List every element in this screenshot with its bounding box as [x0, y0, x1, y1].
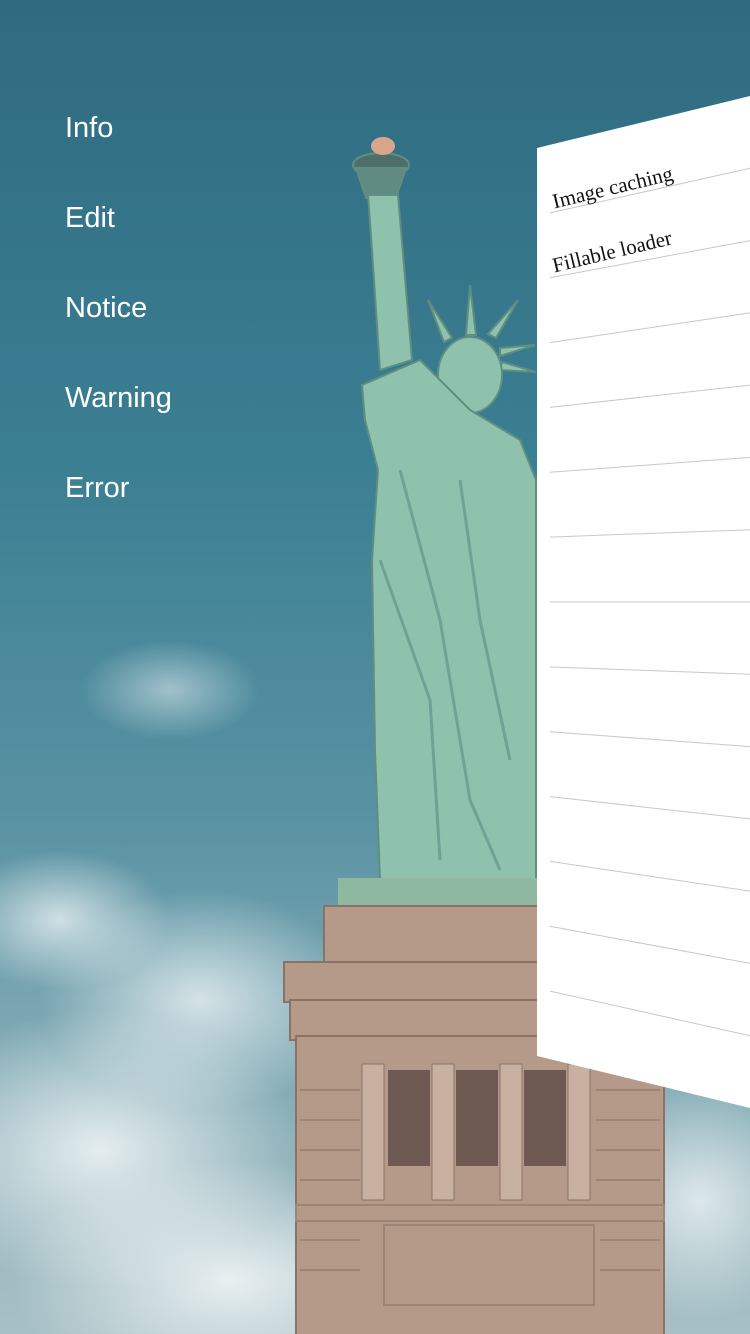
table-view: Image caching Fillable loader [537, 96, 750, 1108]
row-separator [549, 666, 750, 675]
row-separator [549, 312, 750, 344]
menu-item-error[interactable]: Error [65, 468, 172, 558]
menu-item-warning[interactable]: Warning [65, 378, 172, 468]
row-separator [549, 384, 750, 408]
row-separator [549, 860, 750, 892]
menu-item-edit[interactable]: Edit [65, 198, 172, 288]
content-panel: Image caching Fillable loader [537, 0, 750, 1334]
row-separator [549, 796, 750, 820]
row-separator [549, 731, 750, 748]
row-separator [549, 925, 750, 964]
side-menu: Info Edit Notice Warning Error [65, 108, 172, 558]
row-separator [549, 456, 750, 473]
menu-item-info[interactable]: Info [65, 108, 172, 198]
row-separator [549, 990, 750, 1037]
row-separator [549, 529, 750, 538]
menu-item-notice[interactable]: Notice [65, 288, 172, 378]
